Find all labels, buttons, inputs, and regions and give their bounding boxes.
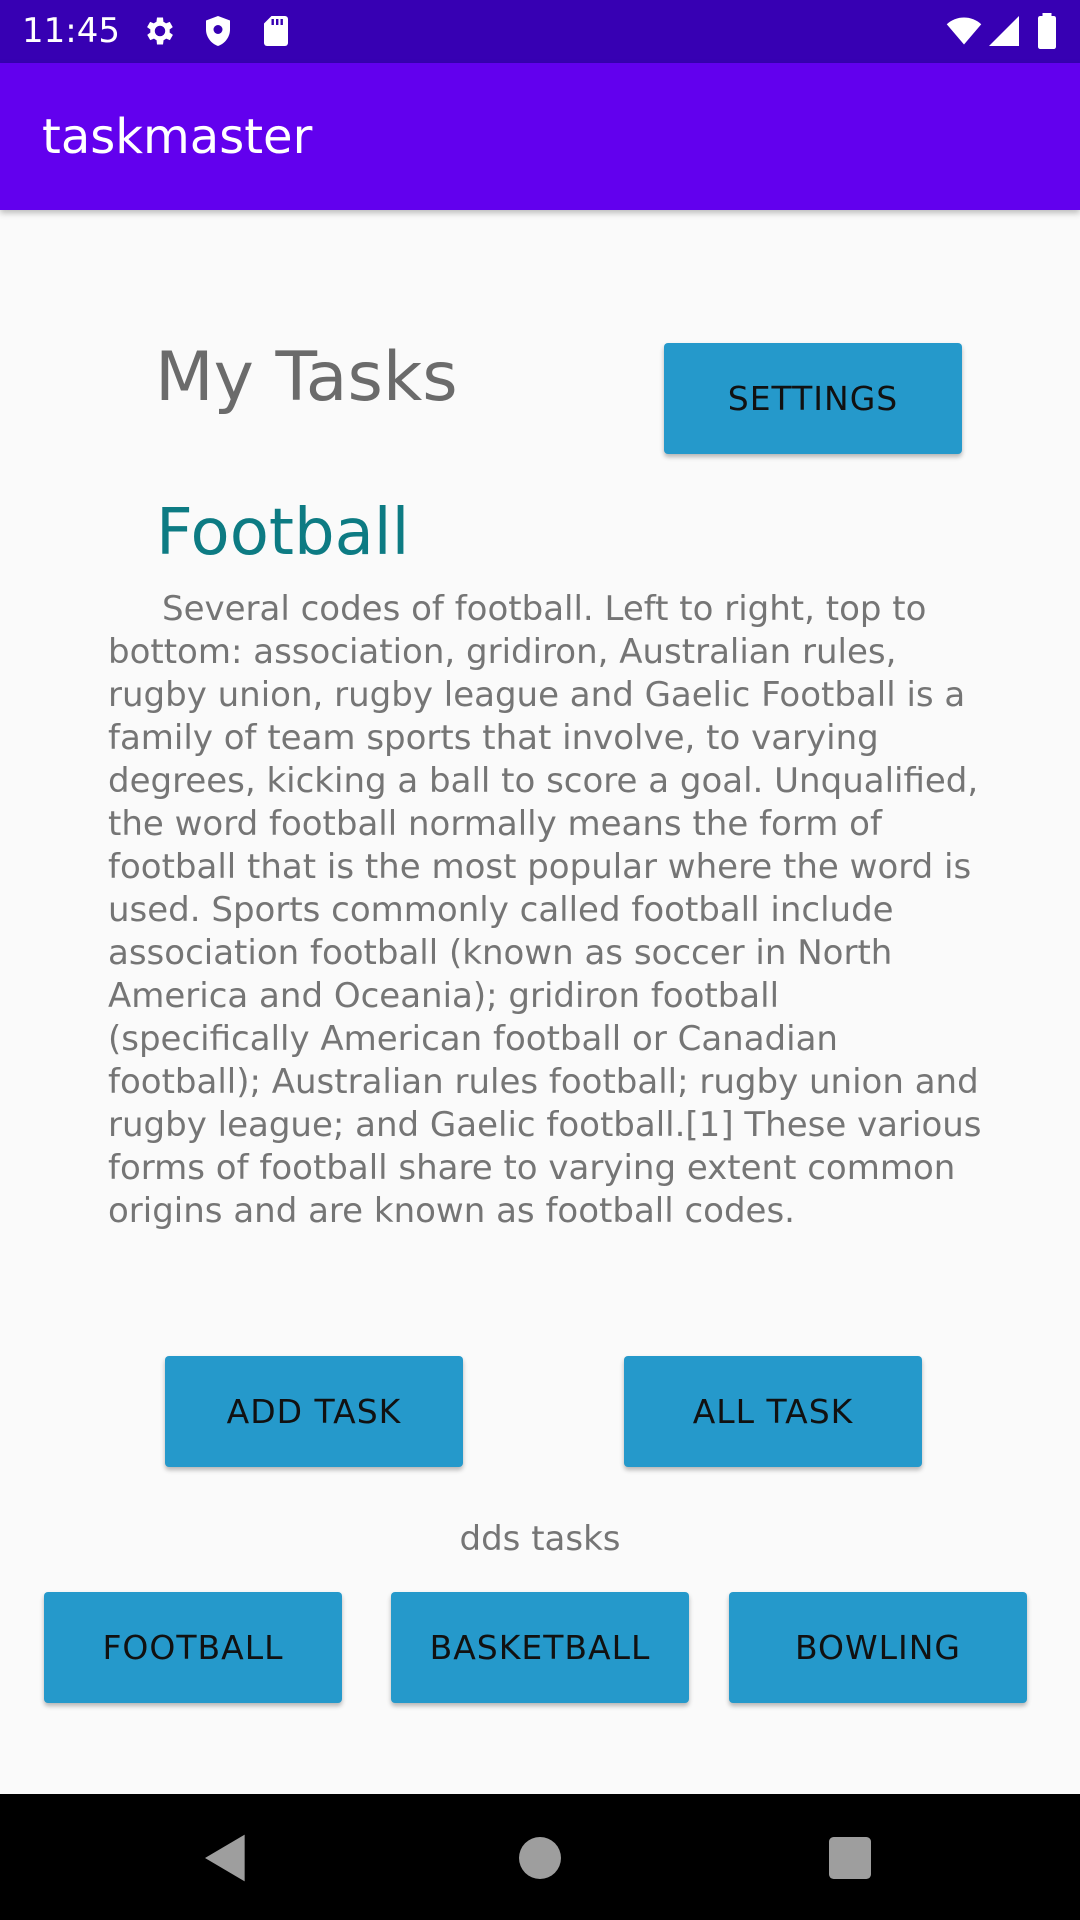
navigation-bar: [0, 1794, 1080, 1920]
task-description: Several codes of football. Left to right…: [108, 589, 982, 1231]
battery-icon: [1034, 13, 1060, 49]
basketball-task-button[interactable]: BASKETBALL: [391, 1592, 689, 1703]
app-bar: taskmaster: [0, 63, 1080, 210]
bowling-task-button[interactable]: BOWLING: [729, 1592, 1027, 1703]
status-time: 11:45: [22, 11, 120, 51]
task-title: Football: [156, 496, 410, 570]
shield-icon: [200, 13, 236, 49]
add-task-button[interactable]: ADD TASK: [165, 1356, 463, 1467]
home-icon[interactable]: [512, 1830, 568, 1886]
page-title: My Tasks: [155, 338, 458, 417]
signal-icon: [986, 13, 1022, 49]
wifi-icon: [944, 13, 984, 49]
status-bar: 11:45: [0, 0, 1080, 63]
recents-icon[interactable]: [822, 1830, 878, 1886]
sd-card-icon: [258, 13, 294, 49]
back-icon[interactable]: [198, 1830, 254, 1886]
gear-icon: [142, 13, 178, 49]
football-task-button[interactable]: FOOTBALL: [44, 1592, 342, 1703]
tasks-label: dds tasks: [459, 1519, 621, 1559]
all-task-button[interactable]: ALL TASK: [624, 1356, 922, 1467]
app-title: taskmaster: [42, 109, 313, 165]
settings-button[interactable]: SETTINGS: [664, 343, 962, 454]
